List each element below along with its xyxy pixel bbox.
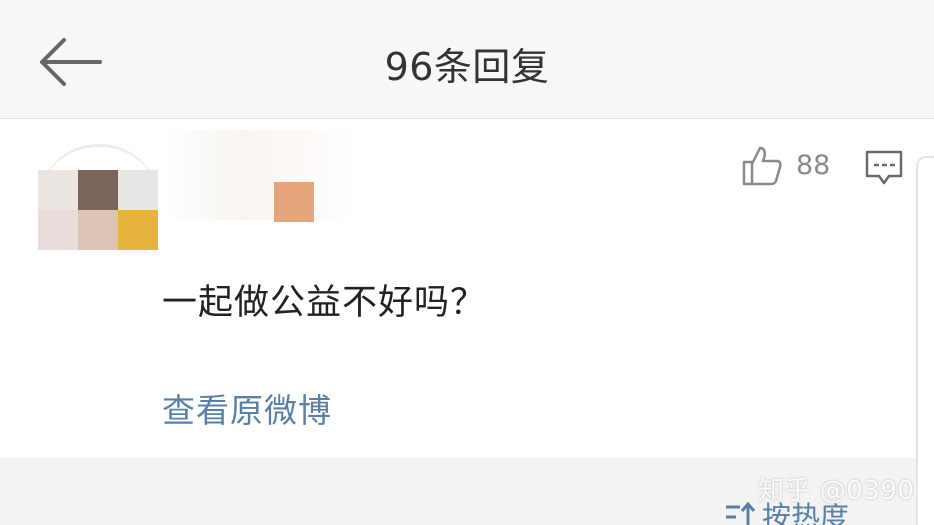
header-bar: 96条回复	[0, 0, 934, 119]
thumbs-up-icon	[742, 146, 782, 186]
avatar-pixel	[78, 170, 118, 210]
like-button[interactable]: 88	[740, 144, 840, 188]
avatar-pixel	[118, 210, 158, 250]
view-original-weibo-link[interactable]: 查看原微博	[162, 384, 332, 432]
avatar-pixel	[38, 170, 78, 210]
reply-button[interactable]	[863, 146, 907, 190]
username-haze	[160, 130, 360, 220]
watermark: 知乎 @0390	[758, 476, 915, 506]
comment-text: 一起做公益不好吗？	[162, 283, 487, 323]
avatar[interactable]	[38, 144, 160, 254]
screen: 96条回复 88 一起做公益不好吗？ 查看原微博 按热度 知乎 @0390	[0, 0, 934, 525]
comment-bubble-icon	[865, 150, 903, 185]
username-blurred[interactable]	[160, 130, 360, 222]
avatar-pixel	[118, 170, 158, 210]
page-title: 96条回复	[384, 45, 550, 89]
comment-card: 88 一起做公益不好吗？ 查看原微博	[0, 120, 934, 458]
avatar-pixel	[78, 210, 118, 250]
avatar-pixel	[38, 210, 78, 250]
side-panel-edge	[916, 156, 934, 525]
username-pixel	[274, 182, 314, 222]
sort-icon	[726, 501, 756, 525]
like-count: 88	[796, 150, 831, 181]
